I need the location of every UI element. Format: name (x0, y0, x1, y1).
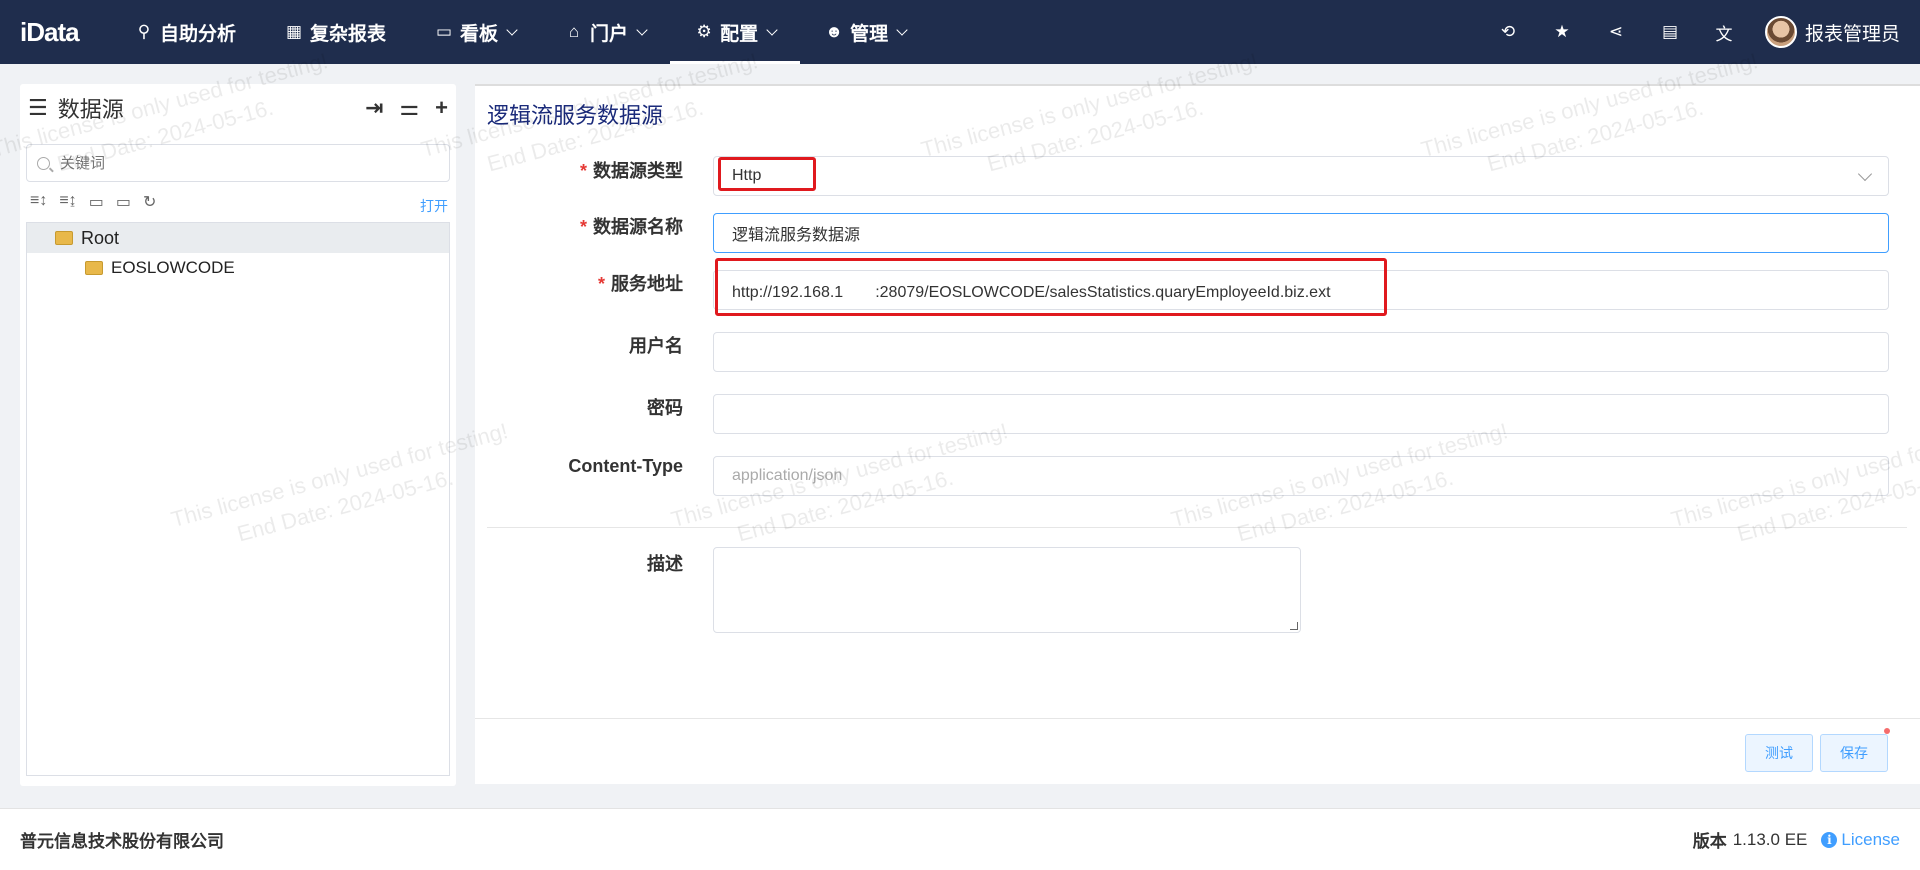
test-button[interactable]: 测试 (1745, 734, 1813, 772)
chevron-down-icon (1857, 166, 1873, 182)
resize-handle[interactable] (1290, 622, 1298, 630)
datasource-name-input[interactable]: 逻辑流服务数据源 (713, 213, 1889, 253)
tree-toolbar: ≡↕ ≡↨ ▭ ▭ ↻ (30, 192, 156, 212)
top-navbar: iData ⚲ 自助分析 ▦ 复杂报表 ▭ 看板 ⌂ 门户 ⚙ 配置 ☻ 管理 … (0, 0, 1920, 64)
chevron-down-icon (506, 23, 518, 36)
license-link[interactable]: i License (1821, 830, 1900, 850)
tree-node-eoslowcode[interactable]: EOSLOWCODE (27, 253, 449, 283)
highlight-box (715, 258, 1387, 316)
chevron-down-icon (766, 23, 778, 36)
search-icon (37, 156, 50, 170)
password-input[interactable] (713, 394, 1889, 434)
name-label: * 数据源名称 (579, 217, 683, 237)
form-row-name: * 数据源名称 (475, 213, 697, 239)
version-value: 1.13.0 EE (1732, 829, 1808, 849)
name-value: 逻辑流服务数据源 (732, 227, 861, 244)
sidebar-header: ☰ 数据源 ⇥ ⚌ + (20, 84, 456, 132)
content-type-label: Content-Type (568, 456, 683, 476)
gears-icon: ⚙ (696, 22, 712, 41)
url-label: * 服务地址 (597, 274, 683, 294)
form-row-password: 密码 (475, 394, 697, 420)
form-footer-divider (475, 718, 1920, 719)
chevron-down-icon (636, 23, 648, 36)
username[interactable]: 报表管理员 (1805, 19, 1900, 46)
sidebar-tools: ⇥ ⚌ + (365, 95, 448, 121)
description-textarea[interactable] (713, 547, 1301, 633)
avatar[interactable] (1764, 16, 1797, 48)
password-label: 密码 (647, 398, 683, 418)
form-divider (487, 527, 1907, 528)
datasource-type-select[interactable]: Http (713, 156, 1889, 196)
type-label: * 数据源类型 (579, 161, 683, 181)
sort-desc-icon[interactable]: ≡↨ (59, 192, 76, 212)
nav-item-complex-report[interactable]: ▦ 复杂报表 (260, 0, 410, 64)
nav-item-dashboard[interactable]: ▭ 看板 (410, 0, 540, 64)
form-row-url: * 服务地址 (475, 270, 697, 296)
monitor-icon: ▭ (436, 22, 453, 41)
nav-label: 复杂报表 (310, 23, 387, 45)
datasource-tree: Root EOSLOWCODE (26, 222, 450, 776)
nav-item-self-analysis[interactable]: ⚲ 自助分析 (110, 0, 260, 64)
form-row-desc: 描述 (475, 550, 697, 576)
nav-label: 看板 (460, 23, 499, 45)
table-icon: ▦ (285, 22, 303, 41)
nav-label: 门户 (590, 23, 629, 45)
refresh-icon[interactable]: ↻ (143, 192, 156, 212)
tree-branch (27, 223, 55, 253)
book-icon[interactable]: ▤ (1643, 22, 1697, 42)
nav-label: 配置 (720, 23, 759, 45)
header-tools: ⟲ ★ ⋖ ▤ 文 报表管理员 (1481, 0, 1920, 64)
app-logo[interactable]: iData (0, 17, 110, 48)
info-icon: i (1821, 831, 1838, 848)
nav-item-portal[interactable]: ⌂ 门户 (540, 0, 670, 64)
nav-item-config[interactable]: ⚙ 配置 (670, 0, 801, 64)
form-row-username: 用户名 (475, 332, 697, 358)
star-icon[interactable]: ★ (1535, 22, 1589, 42)
nav-label: 自助分析 (160, 23, 237, 45)
sidebar-title: 数据源 (57, 97, 124, 122)
tree-node-label: EOSLOWCODE (111, 258, 235, 277)
content-type-input[interactable]: application/json (713, 456, 1889, 496)
company-name: 普元信息技术股份有限公司 (20, 832, 224, 851)
share-icon[interactable]: ⋖ (1589, 22, 1643, 42)
tree-node-label: Root (81, 227, 120, 248)
new-folder-icon[interactable]: ▭ (89, 192, 104, 212)
search-box (26, 144, 450, 182)
form-row-content-type: Content-Type (475, 456, 697, 477)
chevron-down-icon (896, 23, 908, 36)
form-title: 逻辑流服务数据源 (487, 103, 664, 128)
datasource-sidebar: ☰ 数据源 ⇥ ⚌ + ≡↕ ≡↨ ▭ ▭ ↻ 打开 Root EOSLOWCO… (20, 84, 456, 786)
database-icon: ☰ (28, 95, 48, 120)
users-icon: ☻ (825, 22, 844, 41)
tree-node-root[interactable]: Root (27, 223, 449, 253)
content-type-placeholder: application/json (732, 467, 843, 484)
username-input[interactable] (713, 332, 1889, 372)
username-label: 用户名 (629, 336, 683, 356)
analysis-icon: ⚲ (137, 22, 151, 41)
form-row-type: * 数据源类型 (475, 157, 697, 183)
save-button[interactable]: 保存 (1820, 734, 1888, 772)
folder-icon (55, 231, 73, 245)
highlight-box (718, 157, 816, 191)
folder-icon[interactable]: ▭ (116, 192, 131, 212)
search-input[interactable] (60, 154, 420, 172)
version-info: 版本 1.13.0 EE i License (1693, 827, 1900, 852)
description-label: 描述 (647, 554, 683, 574)
version-label: 版本 (1692, 832, 1727, 851)
filter-icon[interactable]: ⚌ (399, 95, 419, 121)
open-link[interactable]: 打开 (420, 196, 448, 216)
indent-icon[interactable]: ⇥ (365, 95, 383, 121)
datasource-form-panel: 逻辑流服务数据源 * 数据源类型 Http * 数据源名称 逻辑流服务数据源 * 服务… (475, 84, 1920, 784)
sort-asc-icon[interactable]: ≡↕ (30, 192, 47, 212)
add-icon[interactable]: + (435, 95, 448, 121)
nav-label: 管理 (850, 23, 889, 45)
footer-bar: 普元信息技术股份有限公司 版本 1.13.0 EE i License (0, 808, 1920, 870)
bank-icon: ⌂ (568, 22, 580, 41)
notification-dot (1884, 728, 1890, 734)
folder-icon (85, 261, 103, 275)
history-icon[interactable]: ⟲ (1481, 22, 1535, 42)
translate-icon[interactable]: 文 (1697, 20, 1751, 45)
nav-item-manage[interactable]: ☻ 管理 (800, 0, 930, 64)
tree-branch (27, 253, 85, 283)
